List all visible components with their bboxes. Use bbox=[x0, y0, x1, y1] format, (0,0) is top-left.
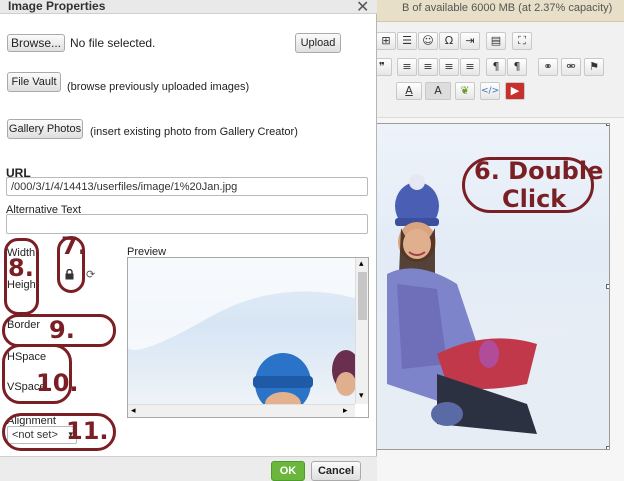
dialog-titlebar[interactable]: Image Properties ✕ bbox=[0, 0, 377, 16]
scroll-left-icon[interactable]: ◂ bbox=[131, 405, 136, 416]
preview-horizontal-scrollbar[interactable]: ◂ ▸ bbox=[128, 404, 355, 417]
background-color-button[interactable]: A bbox=[425, 82, 451, 100]
annotation-step-6: 6. Double bbox=[474, 157, 604, 185]
preview-vertical-scrollbar[interactable]: ▴ ▾ bbox=[355, 258, 368, 404]
scroll-down-icon[interactable]: ▾ bbox=[359, 390, 364, 401]
maximize-button[interactable]: ⛶ bbox=[512, 32, 532, 50]
upload-button[interactable]: Upload bbox=[295, 33, 341, 53]
gallery-photos-button[interactable]: Gallery Photos bbox=[7, 119, 83, 139]
ltr-button[interactable]: ¶ bbox=[486, 58, 506, 76]
scroll-up-icon[interactable]: ▴ bbox=[359, 258, 364, 269]
resize-handle[interactable] bbox=[606, 446, 609, 449]
align-center-button[interactable]: ≡ bbox=[418, 58, 438, 76]
annotation-step-9: 9. bbox=[49, 316, 75, 344]
annotation-step-8: 8. bbox=[8, 254, 34, 282]
reset-size-icon[interactable]: ⟳ bbox=[86, 268, 95, 281]
page-break-button[interactable]: ⇥ bbox=[460, 32, 480, 50]
smiley-button[interactable]: ☺ bbox=[418, 32, 438, 50]
resize-handle[interactable] bbox=[606, 284, 609, 289]
unlink-button[interactable]: ⚮ bbox=[561, 58, 581, 76]
annotation-step-11: 11. bbox=[66, 417, 109, 445]
close-icon[interactable]: ✕ bbox=[356, 0, 369, 16]
link-button[interactable]: ⚭ bbox=[538, 58, 558, 76]
table-button[interactable]: ⊞ bbox=[376, 32, 396, 50]
scroll-thumb[interactable] bbox=[358, 272, 367, 320]
browse-button[interactable]: Browse... bbox=[7, 34, 65, 52]
annotation-step-6-click: Click bbox=[502, 185, 567, 213]
preview-image bbox=[128, 258, 355, 404]
image-properties-dialog: Image Properties ✕ Browse... No file sel… bbox=[0, 0, 377, 481]
editor-toolbar: ⊞ ☰ ☺ Ω ⇥ ▤ ⛶ ❞ ≡ ≡ ≡ ≡ ¶ ¶ ⚭ ⚮ ⚑ A A ❦ … bbox=[372, 22, 624, 118]
rtl-button[interactable]: ¶ bbox=[507, 58, 527, 76]
gallery-hint: (insert existing photo from Gallery Crea… bbox=[90, 126, 298, 138]
spellcheck-button[interactable]: ❦ bbox=[455, 82, 475, 100]
anchor-button[interactable]: ⚑ bbox=[584, 58, 604, 76]
file-status: No file selected. bbox=[70, 36, 156, 50]
url-field[interactable]: /000/3/1/4/14413/userfiles/image/1%20Jan… bbox=[6, 177, 368, 196]
dialog-title: Image Properties bbox=[8, 0, 106, 13]
capacity-text: B of available 6000 MB (at 2.37% capacit… bbox=[402, 2, 613, 14]
alt-text-field[interactable] bbox=[6, 214, 368, 234]
special-char-button[interactable]: Ω bbox=[439, 32, 459, 50]
text-color-button[interactable]: A bbox=[396, 82, 422, 100]
annotation-step-10: 10. bbox=[36, 369, 79, 397]
source-button[interactable]: </> bbox=[480, 82, 500, 100]
file-vault-button[interactable]: File Vault bbox=[7, 72, 61, 92]
align-left-button[interactable]: ≡ bbox=[397, 58, 417, 76]
annotation-step-7: 7. bbox=[61, 232, 87, 260]
align-right-button[interactable]: ≡ bbox=[439, 58, 459, 76]
youtube-button[interactable]: ▶ bbox=[505, 82, 525, 100]
show-blocks-button[interactable]: ▤ bbox=[486, 32, 506, 50]
preview-box: ▴ ▾ ◂ ▸ bbox=[127, 257, 369, 418]
justify-button[interactable]: ≡ bbox=[460, 58, 480, 76]
ok-button[interactable]: OK bbox=[271, 461, 305, 481]
resize-handle[interactable] bbox=[606, 124, 609, 126]
scroll-right-icon[interactable]: ▸ bbox=[343, 405, 348, 416]
cancel-button[interactable]: Cancel bbox=[311, 461, 361, 481]
file-vault-hint: (browse previously uploaded images) bbox=[67, 81, 250, 93]
horizontal-rule-button[interactable]: ☰ bbox=[397, 32, 417, 50]
storage-capacity-bar: B of available 6000 MB (at 2.37% capacit… bbox=[372, 0, 624, 22]
dialog-footer: OK Cancel bbox=[0, 456, 377, 481]
